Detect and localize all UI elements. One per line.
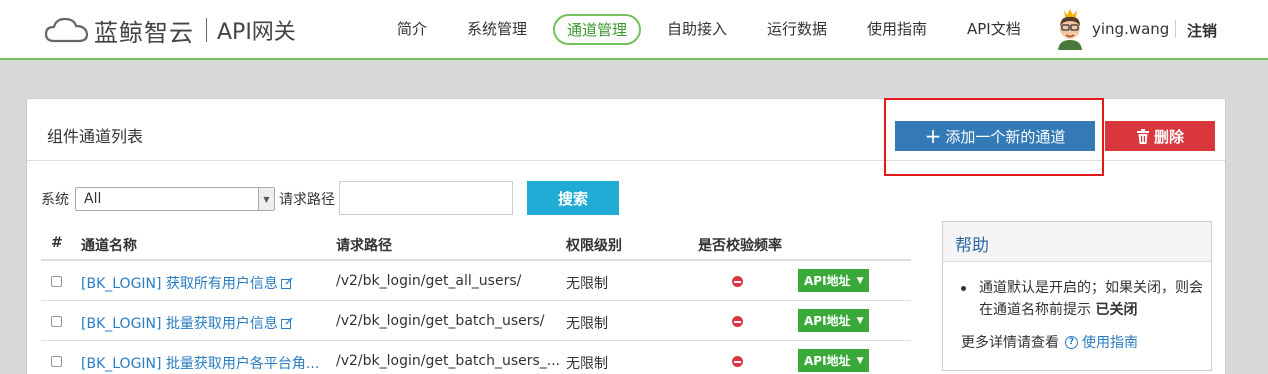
help-item-text: 通道默认是开启的；如果关闭，则会在通道名称前提示 xyxy=(979,280,1203,318)
col-header-index: # xyxy=(51,235,63,251)
channel-name-link[interactable]: [BK_LOGIN] 批量获取用户信息 xyxy=(81,313,293,333)
api-address-button[interactable]: API地址 ▼ xyxy=(798,269,870,292)
user-guide-link[interactable]: 使用指南 xyxy=(1082,332,1138,352)
plus-icon: + xyxy=(924,124,942,148)
api-address-button[interactable]: API地址 ▼ xyxy=(798,349,870,372)
row-checkbox[interactable] xyxy=(51,356,62,367)
caret-down-icon: ▼ xyxy=(856,275,864,286)
path-search-input[interactable] xyxy=(339,181,513,215)
nav-channel-management[interactable]: 通道管理 xyxy=(553,14,642,45)
question-icon: ? xyxy=(1065,335,1078,349)
channel-list-panel: 组件通道列表 + 添加一个新的通道 删除 系统 All ▼ 请求路径 搜索 # … xyxy=(26,98,1226,374)
logo-text: 蓝鲸智云 xyxy=(94,18,194,47)
bullet-icon xyxy=(961,286,966,291)
permission-level: 无限制 xyxy=(566,316,608,332)
add-channel-button[interactable]: + 添加一个新的通道 xyxy=(895,121,1095,151)
logo-subtitle: API网关 xyxy=(217,20,296,45)
row-checkbox[interactable] xyxy=(51,316,62,327)
page-title: 组件通道列表 xyxy=(47,127,144,146)
channel-name-link[interactable]: [BK_LOGIN] 获取所有用户信息 xyxy=(81,273,293,293)
channel-name-link[interactable]: [BK_LOGIN] 批量获取用户各平台角... xyxy=(81,353,319,373)
panel-header: 组件通道列表 + 添加一个新的通道 删除 xyxy=(27,98,1225,176)
delete-label: 删除 xyxy=(1153,127,1184,146)
system-select-value: All xyxy=(84,191,102,207)
col-header-permission: 权限级别 xyxy=(566,238,622,254)
help-more-text: 更多详情请查看 xyxy=(961,335,1059,351)
logo-divider xyxy=(206,18,207,42)
help-more: 更多详情请查看 ? 使用指南 xyxy=(961,332,1138,352)
request-path: /v2/bk_login/get_batch_users_... xyxy=(336,353,561,369)
disabled-icon xyxy=(732,316,743,327)
add-channel-label: 添加一个新的通道 xyxy=(945,127,1066,146)
permission-level: 无限制 xyxy=(566,276,608,292)
table-row: [BK_LOGIN] 批量获取用户信息 /v2/bk_login/get_bat… xyxy=(41,301,911,341)
caret-down-icon: ▼ xyxy=(856,355,864,366)
edit-icon[interactable] xyxy=(280,277,293,289)
col-header-name: 通道名称 xyxy=(81,238,137,254)
table-row: [BK_LOGIN] 获取所有用户信息 /v2/bk_login/get_all… xyxy=(41,261,911,301)
disabled-icon xyxy=(732,356,743,367)
caret-down-icon: ▼ xyxy=(856,315,864,326)
edit-icon[interactable] xyxy=(280,317,293,329)
row-checkbox[interactable] xyxy=(51,276,62,287)
logout-button[interactable]: 注销 xyxy=(1187,20,1217,41)
user-divider xyxy=(1175,20,1176,38)
help-title: 帮助 xyxy=(943,222,1211,262)
request-path: /v2/bk_login/get_all_users/ xyxy=(336,273,522,289)
table-header-row: # 通道名称 请求路径 权限级别 是否校验频率 xyxy=(41,225,911,261)
path-filter-label: 请求路径 xyxy=(279,192,335,208)
user-avatar-icon[interactable] xyxy=(1053,8,1087,50)
api-address-button[interactable]: API地址 ▼ xyxy=(798,309,870,332)
trash-icon xyxy=(1136,128,1149,144)
help-list-item: 通道默认是开启的；如果关闭，则会在通道名称前提示 已关闭 xyxy=(961,277,1206,321)
col-header-rate-check: 是否校验频率 xyxy=(698,238,782,254)
nav-runtime-data[interactable]: 运行数据 xyxy=(767,18,827,39)
table-row: [BK_LOGIN] 批量获取用户各平台角... /v2/bk_login/ge… xyxy=(41,341,911,374)
logo[interactable]: 蓝鲸智云 API网关 xyxy=(44,12,296,48)
system-select[interactable]: All ▼ xyxy=(75,187,275,211)
nav-self-service-access[interactable]: 自助接入 xyxy=(667,18,727,39)
nav-intro[interactable]: 简介 xyxy=(397,18,427,39)
top-nav-bar: 蓝鲸智云 API网关 简介 系统管理 通道管理 自助接入 运行数据 使用指南 A… xyxy=(0,0,1268,60)
system-filter-label: 系统 xyxy=(41,192,69,208)
request-path: /v2/bk_login/get_batch_users/ xyxy=(336,313,545,329)
nav-api-docs[interactable]: API文档 xyxy=(967,18,1021,39)
nav-user-guide[interactable]: 使用指南 xyxy=(867,18,927,39)
nav-system-management[interactable]: 系统管理 xyxy=(467,18,527,39)
disabled-icon xyxy=(732,276,743,287)
cloud-logo-icon xyxy=(44,17,89,43)
help-item-bold: 已关闭 xyxy=(1095,302,1138,318)
search-button[interactable]: 搜索 xyxy=(527,181,619,215)
delete-button[interactable]: 删除 xyxy=(1105,121,1215,151)
dropdown-arrow-icon: ▼ xyxy=(258,188,274,210)
username[interactable]: ying.wang xyxy=(1092,20,1169,38)
help-box: 帮助 通道默认是开启的；如果关闭，则会在通道名称前提示 已关闭 更多详情请查看 … xyxy=(942,221,1212,371)
permission-level: 无限制 xyxy=(566,356,608,372)
col-header-path: 请求路径 xyxy=(336,238,392,254)
